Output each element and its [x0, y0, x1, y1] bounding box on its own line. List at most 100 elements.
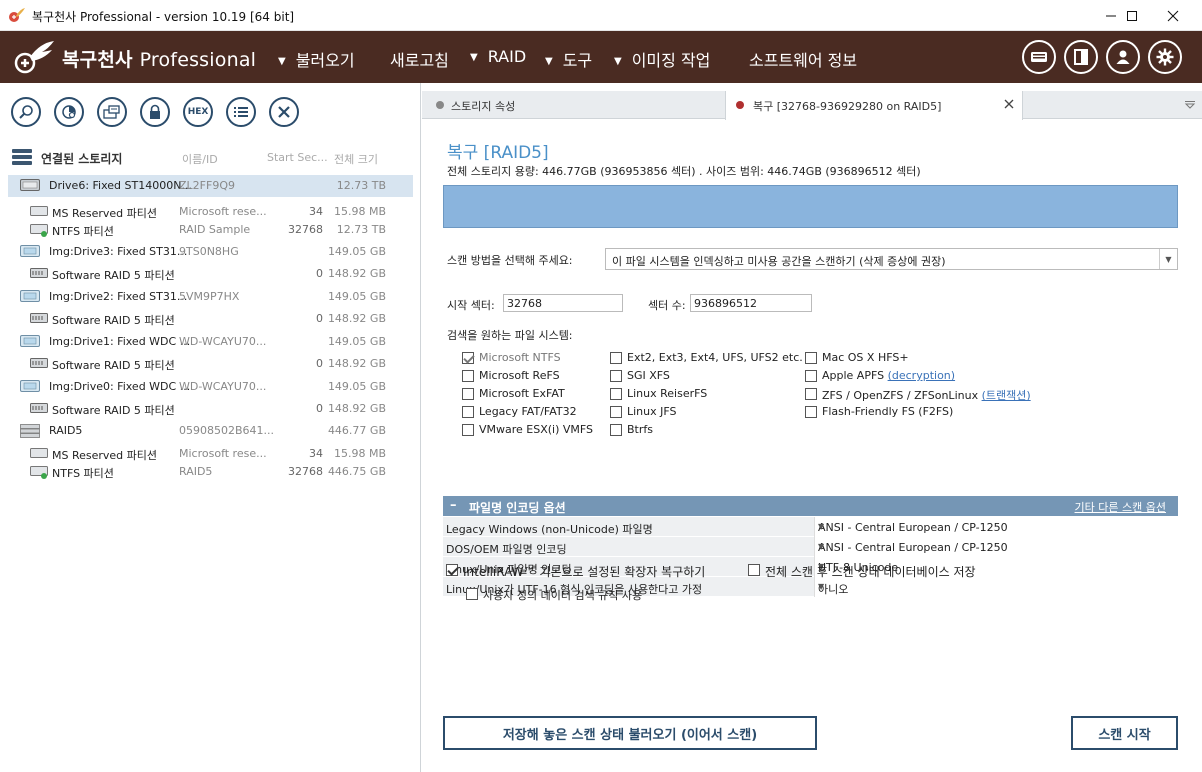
sector-count-input[interactable]: 936896512 — [690, 294, 812, 312]
panel-toggle-button[interactable] — [1064, 40, 1098, 74]
partition-row[interactable]: NTFS 파티션 RAID Sample 32768 12.73 TB — [0, 219, 421, 241]
other-scan-options-link[interactable]: 기타 다른 스캔 옵션 — [1075, 499, 1166, 515]
recovery-panel: 스토리지 속성 복구 [32768-936929280 on RAID5] 복구… — [422, 83, 1202, 772]
maximize-button[interactable] — [1111, 0, 1153, 31]
checkbox-box — [610, 406, 622, 418]
row-start-sector: 34 — [309, 205, 323, 218]
checkbox-box — [805, 406, 817, 418]
search-icon — [19, 105, 33, 119]
brand-logo-icon — [14, 41, 54, 74]
encoding-options-header[interactable]: – 파일명 인코딩 옵션 기타 다른 스캔 옵션 — [443, 496, 1178, 516]
recovery-subtitle: 전체 스토리지 용량: 446.77GB (936953856 섹터) . 사이… — [447, 165, 921, 178]
row-size: 149.05 GB — [327, 245, 386, 258]
close-storage-button[interactable] — [269, 97, 299, 127]
tab-close-button[interactable] — [1004, 97, 1014, 113]
partition-row[interactable]: Software RAID 5 파티션 0 148.92 GB — [0, 308, 421, 330]
storage-device-row[interactable]: RAID5 05908502B641... 446.77 GB — [0, 420, 421, 442]
lock-button[interactable] — [140, 97, 170, 127]
filesystem-option-link[interactable]: (decryption) — [888, 369, 955, 382]
filesystem-label: Apple APFS (decryption) — [822, 369, 956, 382]
encoding-option-select[interactable]: 아니오 ▼ — [814, 577, 1178, 597]
user-icon — [1116, 50, 1130, 64]
partition-row[interactable]: NTFS 파티션 RAID5 32768 446.75 GB — [0, 461, 421, 483]
brand-suffix: Professional — [139, 49, 257, 71]
tab-list-button[interactable] — [1184, 100, 1196, 113]
filesystem-label: SGI XFS — [627, 369, 670, 382]
row-size: 148.92 GB — [327, 357, 386, 370]
checkbox-box — [462, 352, 474, 364]
filesystem-label: ZFS / OpenZFS / ZFSonLinux (트랜잭션) — [822, 389, 1031, 402]
row-name: Img:Drive1: Fixed WDC ... — [49, 335, 191, 348]
encoding-option-select[interactable]: ANSI - Central European / CP-1250 ▼ — [814, 517, 1178, 537]
close-icon — [1004, 99, 1014, 109]
checkbox-box — [462, 424, 474, 436]
hex-button[interactable]: HEX — [183, 97, 213, 127]
start-sector-input[interactable]: 32768 — [503, 294, 623, 312]
panel-icon — [1074, 49, 1088, 65]
storage-device-row[interactable]: Img:Drive2: Fixed ST31... 5VM9P7HX 149.05 … — [0, 286, 421, 308]
menu-tools[interactable]: ▼ 도구 — [545, 47, 592, 71]
filesystem-option-link[interactable]: (트랜잭션) — [982, 389, 1031, 402]
dropdown-arrow-icon: ▼ — [470, 52, 478, 63]
row-start-sector: 34 — [309, 447, 323, 460]
menu-imaging[interactable]: ▼ 이미징 작업 — [614, 47, 710, 71]
keyboard-icon — [1031, 52, 1047, 62]
menu-about[interactable]: 소프트웨어 정보 — [749, 47, 857, 71]
tab-storage-properties[interactable]: 스토리지 속성 — [422, 91, 725, 119]
close-window-button[interactable] — [1152, 0, 1194, 31]
filesystem-label: Btrfs — [627, 423, 653, 436]
scan-method-select[interactable]: 이 파일 시스템을 인덱싱하고 미사용 공간을 스캔하기 (삭제 증상에 권장)… — [605, 248, 1178, 270]
row-id: Microsoft rese... — [179, 205, 267, 218]
checkbox-box — [610, 370, 622, 382]
keyboard-button[interactable] — [1022, 40, 1056, 74]
storage-panel: HEX 연결된 스토리지 이름/ID Start Sec... 전체 크기 Dr… — [0, 83, 421, 772]
row-name: Img:Drive2: Fixed ST31... — [49, 290, 188, 303]
dropdown-arrow-icon: ▼ — [614, 56, 622, 67]
partition-scan-button[interactable] — [54, 97, 84, 127]
search-button[interactable] — [11, 97, 41, 127]
open-image-button[interactable] — [97, 97, 127, 127]
partition-row[interactable]: Software RAID 5 파티션 0 148.92 GB — [0, 353, 421, 375]
list-button[interactable] — [226, 97, 256, 127]
partition-row[interactable]: Software RAID 5 파티션 0 148.92 GB — [0, 263, 421, 285]
row-id: WD-WCAYU70... — [179, 380, 267, 393]
menu-refresh[interactable]: 새로고침 — [390, 47, 449, 71]
row-id: ZL2FF9Q9 — [179, 179, 235, 192]
tab-status-dot — [436, 101, 444, 109]
brand-name: 복구천사 — [62, 49, 133, 71]
menu-raid[interactable]: ▼ RAID — [470, 47, 526, 66]
start-scan-button[interactable]: 스캔 시작 — [1071, 716, 1178, 750]
account-button[interactable] — [1106, 40, 1140, 74]
column-start-sector[interactable]: Start Sec... — [267, 151, 328, 164]
settings-button[interactable] — [1148, 40, 1182, 74]
row-id: RAID5 — [179, 465, 213, 478]
column-name-id[interactable]: 이름/ID — [182, 151, 218, 167]
encoding-options-title: 파일명 인코딩 옵션 — [469, 501, 566, 515]
storage-device-row[interactable]: Img:Drive0: Fixed WDC ... WD-WCAYU70... 14… — [0, 376, 421, 398]
recovery-title: 복구 [RAID5] — [447, 143, 549, 163]
checkbox-box — [446, 564, 458, 576]
menu-open[interactable]: ▼ 불러오기 — [278, 47, 355, 71]
filesystem-label: Legacy FAT/FAT32 — [479, 405, 577, 418]
partition-row[interactable]: Software RAID 5 파티션 0 148.92 GB — [0, 398, 421, 420]
menu-about-label: 소프트웨어 정보 — [749, 51, 858, 70]
main-header: 복구천사 Professional ▼ 불러오기 새로고침 ▼ RAID ▼ 도구 ▼… — [0, 31, 1202, 83]
hex-icon: HEX — [187, 107, 209, 117]
row-size: 148.92 GB — [327, 312, 386, 325]
row-name: Software RAID 5 파티션 — [52, 314, 175, 327]
row-start-sector: 32768 — [288, 465, 323, 478]
storage-device-row[interactable]: Drive6: Fixed ST14000N... ZL2FF9Q9 12.73 T… — [8, 175, 413, 197]
row-name: Software RAID 5 파티션 — [52, 269, 175, 282]
storage-device-row[interactable]: Img:Drive1: Fixed WDC ... WD-WCAYU70... 14… — [0, 331, 421, 353]
disk-image-icon — [20, 335, 40, 347]
menu-refresh-label: 새로고침 — [390, 51, 449, 70]
tab-recovery[interactable]: 복구 [32768-936929280 on RAID5] — [725, 91, 1023, 120]
range-selector-bar[interactable] — [443, 185, 1178, 228]
filesystem-label: Microsoft ExFAT — [479, 387, 565, 400]
encoding-option-select[interactable]: ANSI - Central European / CP-1250 ▼ — [814, 537, 1178, 557]
load-scan-state-button[interactable]: 저장해 놓은 스캔 상태 불러오기 (이어서 스캔) — [443, 716, 817, 750]
column-total-size[interactable]: 전체 크기 — [334, 151, 378, 167]
scan-method-label: 스캔 방법을 선택해 주세요: — [447, 254, 573, 267]
row-id: WD-WCAYU70... — [179, 335, 267, 348]
storage-device-row[interactable]: Img:Drive3: Fixed ST31... 9TS0N8HG 149.05 … — [0, 241, 421, 263]
